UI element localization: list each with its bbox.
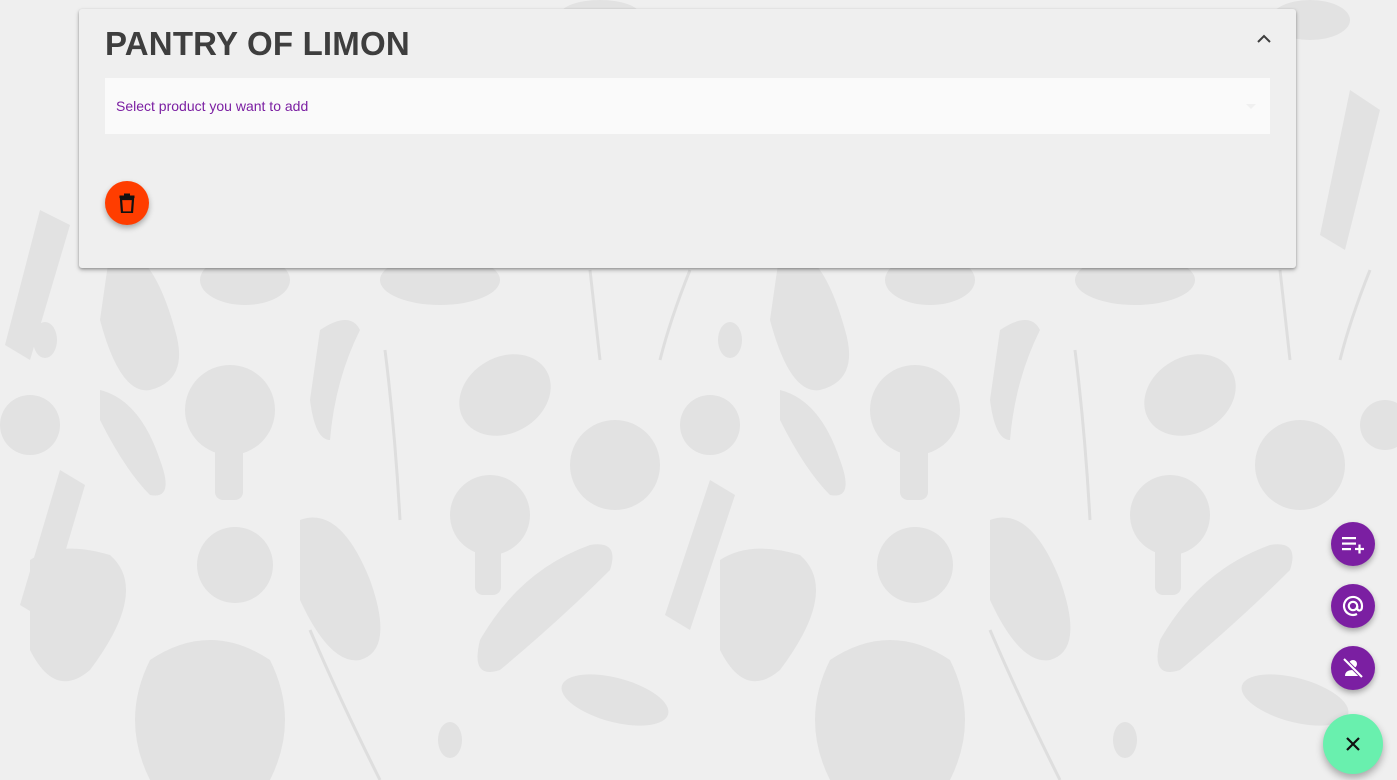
delete-pantry-button[interactable] (105, 181, 149, 225)
close-icon (1346, 737, 1360, 751)
product-select[interactable]: Select product you want to add (105, 78, 1270, 134)
pantry-panel: PANTRY OF LIMON Select product you want … (79, 9, 1296, 268)
remove-person-button[interactable] (1331, 646, 1375, 690)
dropdown-arrow-icon (1246, 104, 1256, 109)
alternate-email-icon (1341, 594, 1365, 618)
collapse-button[interactable] (1252, 27, 1276, 51)
chevron-up-icon (1256, 34, 1272, 44)
close-menu-button[interactable] (1323, 714, 1383, 774)
person-off-icon (1341, 656, 1365, 680)
add-list-button[interactable] (1331, 522, 1375, 566)
delete-icon (119, 193, 135, 213)
panel-title: PANTRY OF LIMON (105, 25, 410, 62)
playlist-add-icon (1341, 534, 1365, 554)
product-select-placeholder: Select product you want to add (116, 98, 309, 114)
email-button[interactable] (1331, 584, 1375, 628)
